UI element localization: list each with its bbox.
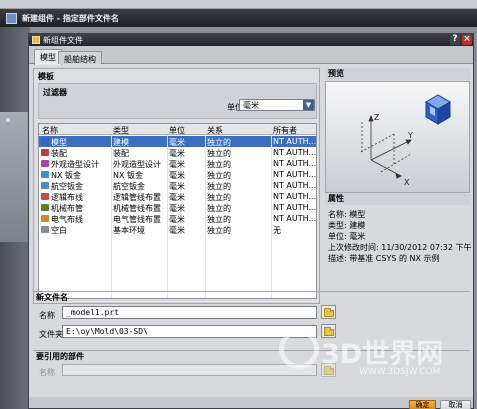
property-modified: 上次修改时间: 11/30/2012 07:32 下午: [328, 243, 472, 252]
cell-owner: NT AUTH...: [273, 181, 317, 190]
cell-owner: 无: [273, 226, 281, 235]
template-icon: [41, 138, 49, 145]
table-row[interactable]: 机械布管 机械管线布置 毫米 独立的 NT AUTH...: [39, 202, 316, 213]
axis-y-label: Y: [407, 131, 413, 140]
watermark-url: WWW.3DSJW.COM: [359, 367, 441, 377]
template-icon: [41, 160, 49, 167]
column-divider: [205, 135, 206, 298]
preview-csys-graphic: Z Y X: [360, 94, 451, 187]
dialog-footer: [29, 397, 473, 408]
cell-relation: 独立的: [207, 226, 231, 235]
table-row[interactable]: 电气布线 电气管线布置 毫米 独立的 NT AUTH...: [39, 213, 316, 224]
template-icon: [41, 215, 49, 222]
axis-x-label: X: [404, 178, 410, 187]
referenced-part-input: [62, 364, 317, 376]
table-row[interactable]: NX 钣金 NX 钣金 毫米 独立的 NT AUTH...: [39, 169, 316, 180]
chevron-down-icon[interactable]: ▼: [303, 100, 314, 110]
app-icon: [6, 13, 17, 24]
tab-ship-structure[interactable]: 船舶结构: [58, 51, 102, 64]
watermark-brand: 3D世界网: [321, 339, 444, 370]
properties-heading: 属性: [325, 193, 470, 205]
new-component-dialog: 新组件文件 ? × 模型 船舶结构 模板 过滤器 单位 毫米 ▼ 名称 类型 单…: [28, 33, 474, 409]
new-file-heading: 新文件名: [33, 291, 470, 303]
preview-heading: 预览: [325, 68, 470, 80]
column-divider: [111, 135, 112, 298]
column-header-owner[interactable]: 所有者: [273, 125, 297, 136]
app-title: 新建组件 - 指定部件文件名: [22, 14, 119, 23]
cell-owner: NT AUTH...: [273, 192, 317, 201]
column-divider: [271, 135, 272, 298]
part-thumbnail-icon: [425, 94, 451, 125]
dialog-title: 新组件文件: [43, 36, 83, 45]
cancel-button[interactable]: 取消: [440, 400, 471, 409]
close-button[interactable]: ×: [462, 35, 472, 45]
filter-heading: 过滤器: [43, 88, 67, 97]
column-header-name[interactable]: 名称: [42, 125, 58, 136]
column-divider: [167, 135, 168, 298]
table-row[interactable]: 空白 基本环境 毫米 独立的 无: [39, 224, 316, 235]
folder-label: 文件夹: [39, 330, 63, 339]
axis-z-label: Z: [374, 113, 380, 122]
cell-unit: 毫米: [169, 226, 185, 235]
unit-select-value: 毫米: [243, 101, 259, 110]
column-header-type[interactable]: 类型: [113, 125, 129, 136]
column-header-relation[interactable]: 关系: [207, 125, 223, 136]
template-icon: [41, 149, 49, 156]
template-icon: [41, 193, 49, 200]
app-title-bar: 新建组件 - 指定部件文件名: [0, 9, 477, 27]
column-header-unit[interactable]: 单位: [169, 125, 185, 136]
folder-input[interactable]: E:\oy\Mold\03-SD\: [62, 325, 317, 338]
browse-name-button[interactable]: [321, 305, 336, 319]
cell-owner: NT AUTH...: [273, 148, 317, 157]
unit-select[interactable]: 毫米 ▼: [239, 99, 315, 111]
cell-owner: NT AUTH...: [273, 170, 317, 179]
property-description: 描述: 带基准 CSYS 的 NX 示例: [328, 254, 440, 263]
templates-panel: 模板 过滤器 单位 毫米 ▼ 名称 类型 单位 关系 所有者 模型 建模 毫米 独立的…: [33, 68, 320, 304]
table-row[interactable]: 外观造型设计 外观造型设计 毫米 独立的 NT AUTH...: [39, 158, 316, 169]
app-toolbar: [0, 0, 477, 9]
template-icon: [41, 182, 49, 189]
cell-owner: NT AUTH...: [273, 159, 317, 168]
cell-owner: NT AUTH...: [273, 214, 317, 223]
dialog-title-bar[interactable]: 新组件文件 ? ×: [29, 34, 473, 46]
property-type: 类型: 建模: [328, 221, 366, 230]
background-model: [0, 112, 30, 242]
cell-owner: NT AUTH...: [273, 203, 317, 212]
templates-heading: 模板: [38, 72, 54, 81]
table-row[interactable]: 逻辑布线 逻辑管线布置 毫米 独立的 NT AUTH...: [39, 191, 316, 202]
cell-name: 空白: [51, 226, 67, 235]
preview-panel: Z Y X: [325, 81, 470, 193]
table-row[interactable]: 装配 装配 毫米 独立的 NT AUTH...: [39, 147, 316, 158]
table-header: 名称 类型 单位 关系 所有者: [39, 124, 316, 135]
filter-group: 过滤器 单位 毫米 ▼: [38, 83, 317, 119]
tab-strip: 模型 船舶结构: [29, 46, 473, 65]
cell-owner: NT AUTH...: [273, 137, 317, 146]
properties-panel: 名称: 模型 类型: 建模 单位: 毫米 上次修改时间: 11/30/2012 …: [325, 206, 472, 270]
referenced-part-name-label: 名称: [39, 368, 55, 377]
ok-button[interactable]: 确定: [409, 400, 436, 409]
template-icon: [41, 204, 49, 211]
csys-triad-icon: [360, 114, 412, 179]
table-row[interactable]: 模型 建模 毫米 独立的 NT AUTH...: [39, 136, 316, 147]
table-row[interactable]: 航空钣金 航空钣金 毫米 独立的 NT AUTH...: [39, 180, 316, 191]
dialog-icon: [32, 36, 40, 44]
template-icon: [41, 226, 49, 233]
watermark-logo: [279, 329, 319, 369]
file-name-input[interactable]: _model1.prt: [62, 306, 317, 319]
property-unit: 单位: 毫米: [328, 232, 366, 241]
cell-type: 基本环境: [113, 226, 145, 235]
file-name-label: 名称: [39, 311, 55, 320]
template-icon: [41, 171, 49, 178]
help-button[interactable]: ?: [450, 35, 460, 45]
property-name: 名称: 模型: [328, 210, 366, 219]
folder-open-icon: [324, 308, 334, 317]
templates-table: 名称 类型 单位 关系 所有者 模型 建模 毫米 独立的 NT AUTH... 装配 装配毫…: [38, 123, 317, 299]
